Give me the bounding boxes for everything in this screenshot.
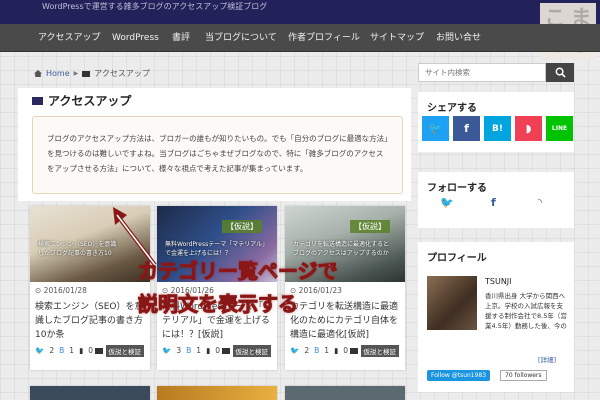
profile-avatar [427, 276, 477, 330]
site-search-input[interactable] [418, 63, 546, 82]
folder-icon [221, 348, 230, 354]
profile-widget: プロフィール TSUNJI 香川県出身 大学から関西へ上京。学校の入試広報を支援… [418, 242, 574, 392]
post-stats: 🐦 2 B1 ▮ 0 [290, 346, 348, 355]
nav-item-wordpress[interactable]: WordPress [112, 24, 159, 52]
breadcrumb-home[interactable]: Home [46, 69, 70, 78]
share-hatena-button[interactable]: B! [484, 116, 511, 141]
nav-item-profile[interactable]: 作者プロフィール [288, 24, 360, 52]
line-icon: LINE [551, 125, 568, 132]
post-category[interactable]: 仮説と検証 [349, 345, 399, 357]
profile-widget-title: プロフィール [427, 253, 487, 264]
annotation-text: カテゴリー覧ページで 説明文を表示する [138, 255, 339, 321]
breadcrumb: Home ▶ アクセスアップ [34, 68, 150, 79]
rss-follow-icon[interactable]: ◝ [538, 196, 542, 209]
twitter-count: 2 [49, 346, 55, 355]
post-stats: 🐦 2 B1 ▮ 0 [35, 346, 93, 355]
share-line-button[interactable]: LINE [546, 116, 573, 141]
post-card[interactable] [30, 386, 150, 400]
post-card[interactable] [285, 386, 405, 400]
bookmark-icon: B [314, 346, 320, 355]
bookmark-count: 1 [69, 346, 75, 355]
twitter-count: 3 [176, 346, 182, 355]
post-card[interactable] [157, 386, 277, 400]
breadcrumb-current: アクセスアップ [94, 69, 150, 78]
comment-count: 0 [343, 346, 348, 355]
category-badge[interactable]: 仮説と検証 [360, 345, 399, 357]
comment-icon: ▮ [206, 346, 211, 355]
main-nav: アクセスアップ WordPress 書評 当ブログについて 作者プロフィール サ… [0, 24, 600, 52]
category-title: アクセスアップ [32, 92, 131, 109]
bookmark-icon: B [59, 346, 65, 355]
folder-icon [94, 348, 103, 354]
twitter-icon: 🐦 [35, 346, 45, 355]
home-icon [34, 70, 42, 77]
post-category[interactable]: 仮説と検証 [94, 345, 144, 357]
comment-icon: ▮ [334, 346, 339, 355]
category-description-box: ブログのアクセスアップ方法は、ブロガーの誰もが知りたいもの。でも「自分のブログに… [32, 116, 403, 194]
profile-detail-link[interactable]: [詳細] [538, 354, 556, 364]
twitter-icon: 🐦 [162, 346, 172, 355]
profile-name: TSUNJI [485, 277, 512, 286]
folder-icon [349, 348, 358, 354]
twitter-count: 2 [304, 346, 310, 355]
category-title-text: アクセスアップ [48, 94, 132, 108]
comment-icon: ▮ [79, 346, 84, 355]
twitter-icon: 🐦 [428, 122, 443, 135]
profile-bio: 香川県出身 大学から関西へ上京。学校の入試広報を支援する制作会社で8.5年（営業… [485, 292, 567, 330]
share-widget: シェアする 🐦 f B! ◗ LINE [418, 92, 574, 152]
followers-count: 70 followers [500, 370, 547, 381]
twitter-follow-button[interactable]: Follow @tsun1983 [427, 370, 491, 381]
folder-icon [82, 70, 91, 77]
post-date-text: 2016/01/28 [43, 286, 87, 295]
site-title[interactable]: WordPressで運営する雑多ブログのアクセスアップ検証ブログ [42, 1, 267, 12]
nav-item-contact[interactable]: お問い合せ [436, 24, 481, 52]
share-pocket-button[interactable]: ◗ [515, 116, 542, 141]
pocket-icon: ◗ [525, 122, 532, 135]
search-button[interactable] [546, 63, 574, 82]
hatena-icon: B! [492, 123, 503, 134]
nav-item-book-review[interactable]: 書評 [172, 24, 190, 52]
twitter-follow-icon[interactable]: 🐦 [440, 196, 454, 209]
share-facebook-button[interactable]: f [453, 116, 480, 141]
annotation-line: 説明文を表示する [138, 292, 299, 317]
share-widget-title: シェアする [427, 103, 477, 114]
annotation-overlay: カテゴリー覧ページで 説明文を表示する [138, 255, 408, 335]
folder-icon [32, 96, 43, 105]
chevron-right-icon: ▶ [73, 70, 79, 77]
facebook-follow-icon[interactable]: f [491, 196, 496, 209]
comment-count: 0 [215, 346, 220, 355]
nav-item-about[interactable]: 当ブログについて [205, 24, 277, 52]
twitter-icon: 🐦 [290, 346, 300, 355]
annotation-line: カテゴリー覧ページで [138, 259, 339, 284]
bookmark-count: 1 [196, 346, 202, 355]
bookmark-icon: B [186, 346, 192, 355]
nav-item-access-up[interactable]: アクセスアップ [38, 24, 101, 52]
post-stats: 🐦 3 B1 ▮ 0 [162, 346, 220, 355]
category-badge[interactable]: 仮説と検証 [105, 345, 144, 357]
search-icon [555, 67, 566, 78]
nav-item-sitemap[interactable]: サイトマップ [370, 24, 424, 52]
follow-widget: フォローする 🐦 f ◝ [418, 172, 574, 228]
post-title[interactable]: 検索エンジン（SEO）を意識したブログ記事の書き方10か条 [35, 300, 147, 342]
post-category[interactable]: 仮説と検証 [221, 345, 271, 357]
bookmark-count: 1 [324, 346, 330, 355]
comment-count: 0 [88, 346, 93, 355]
facebook-icon: f [464, 122, 469, 135]
follow-widget-title: フォローする [427, 183, 487, 194]
category-badge[interactable]: 仮説と検証 [232, 345, 271, 357]
category-description: ブログのアクセスアップ方法は、ブロガーの誰もが知りたいもの。でも「自分のブログに… [47, 134, 388, 173]
site-header: WordPressで運営する雑多ブログのアクセスアップ検証ブログ [0, 0, 600, 24]
post-date: ⊙ 2016/01/28 [35, 286, 87, 295]
category-header-panel: アクセスアップ ブログのアクセスアップ方法は、ブロガーの誰もが知りたいもの。でも… [18, 88, 411, 201]
thumbnail-tag: 【仮説】 [350, 220, 390, 233]
thumbnail-tag: 【仮説】 [222, 220, 262, 233]
share-twitter-button[interactable]: 🐦 [422, 116, 449, 141]
